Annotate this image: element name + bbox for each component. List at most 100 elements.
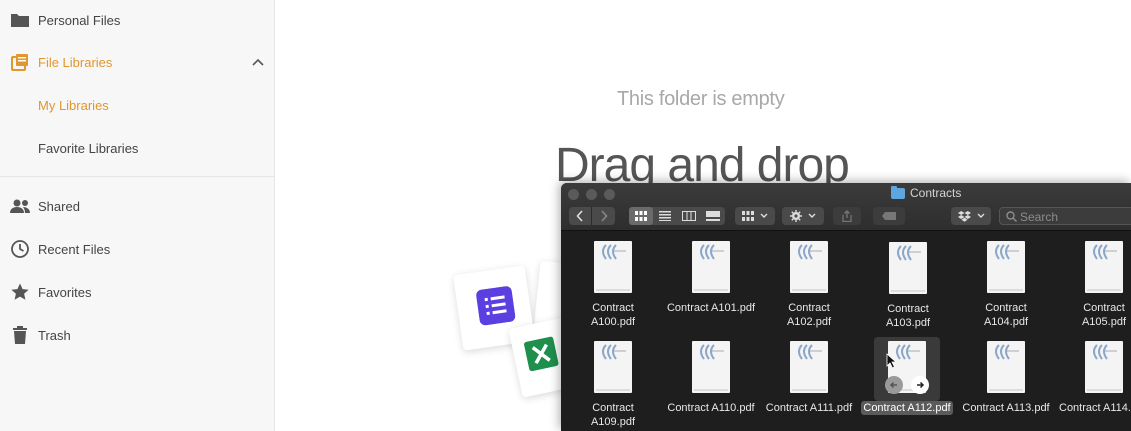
column-view-button[interactable] <box>677 207 701 225</box>
list-view-button[interactable] <box>653 207 677 225</box>
star-icon <box>9 281 31 303</box>
pdf-document-icon <box>594 341 632 393</box>
mouse-cursor-icon <box>886 353 898 369</box>
pdf-document-icon <box>692 341 730 393</box>
forms-icon <box>476 286 516 326</box>
search-icon <box>1006 211 1017 222</box>
chevron-up-icon[interactable] <box>250 55 266 71</box>
icon-view-button[interactable] <box>629 207 653 225</box>
arrow-right-icon <box>917 381 925 389</box>
file-name: Contract A105.pdf <box>1081 302 1127 328</box>
library-icon <box>9 51 31 73</box>
pdf-document-icon <box>790 241 828 293</box>
columns-icon <box>682 211 696 221</box>
sidebar-item-file-libraries[interactable]: File Libraries <box>0 42 274 82</box>
tags-button[interactable] <box>873 207 905 225</box>
sidebar: Personal Files File Libraries My Librari… <box>0 0 275 431</box>
file-item-selected[interactable]: Contract A112.pdf <box>858 337 956 415</box>
sidebar-item-label: File Libraries <box>38 54 113 70</box>
file-item[interactable]: Contract A109.pdf <box>564 341 662 429</box>
dropbox-button[interactable] <box>951 207 991 225</box>
file-name: Contract A109.pdf <box>590 402 636 428</box>
arrow-left-icon <box>889 381 897 389</box>
sidebar-item-label: My Libraries <box>38 97 109 113</box>
empty-folder-message: This folder is empty <box>617 88 785 110</box>
sidebar-item-label: Shared <box>38 198 80 214</box>
excel-icon <box>524 336 559 372</box>
chevron-right-icon <box>600 210 608 222</box>
chevron-down-icon <box>808 213 816 218</box>
list-icon <box>659 211 671 221</box>
sidebar-divider <box>0 176 274 177</box>
sidebar-item-label: Trash <box>38 327 71 343</box>
folder-icon <box>9 9 31 31</box>
finder-title-text: Contracts <box>910 186 962 200</box>
grid-icon <box>635 211 647 221</box>
finder-titlebar[interactable]: Contracts Search <box>561 183 1131 231</box>
sidebar-item-my-libraries[interactable]: My Libraries <box>0 85 274 125</box>
pdf-document-icon <box>1085 241 1123 293</box>
forward-button[interactable] <box>592 207 615 225</box>
file-item[interactable]: Contract A111.pdf <box>760 341 858 415</box>
file-name: Contract A102.pdf <box>786 302 832 328</box>
sidebar-item-shared[interactable]: Shared <box>0 186 274 226</box>
sidebar-item-personal-files[interactable]: Personal Files <box>0 0 274 40</box>
preview-back-button[interactable] <box>885 376 903 394</box>
file-name: Contract A101.pdf <box>666 302 756 314</box>
pdf-document-icon <box>889 242 927 294</box>
clock-icon <box>9 238 31 260</box>
file-item[interactable]: Contract A105.pdf <box>1055 241 1131 329</box>
file-name: Contract A100.pdf <box>590 302 636 328</box>
file-name: Contract A114. <box>1059 402 1131 414</box>
sidebar-item-label: Favorites <box>38 284 92 300</box>
file-item[interactable]: Contract A110.pdf <box>662 341 760 415</box>
trash-icon <box>9 324 31 346</box>
sidebar-item-label: Personal Files <box>38 12 121 28</box>
pdf-document-icon <box>987 341 1025 393</box>
pdf-document-icon <box>594 241 632 293</box>
sidebar-item-recent-files[interactable]: Recent Files <box>0 229 274 269</box>
pdf-document-icon <box>987 241 1025 293</box>
gallery-view-button[interactable] <box>701 207 725 225</box>
file-item[interactable]: Contract A104.pdf <box>957 241 1055 329</box>
group-by-button[interactable] <box>735 207 775 225</box>
view-mode-group <box>629 207 725 225</box>
back-button[interactable] <box>569 207 592 225</box>
file-item[interactable]: Contract A103.pdf <box>859 242 957 330</box>
file-name: Contract A113.pdf <box>962 402 1050 414</box>
nav-buttons <box>569 207 615 225</box>
file-name: Contract A104.pdf <box>983 302 1029 328</box>
share-button[interactable] <box>833 207 861 225</box>
action-button[interactable] <box>782 207 824 225</box>
chevron-down-icon <box>977 213 984 218</box>
sidebar-item-label: Recent Files <box>38 241 111 257</box>
search-placeholder: Search <box>1020 210 1059 224</box>
file-item[interactable]: Contract A102.pdf <box>760 241 858 329</box>
gear-icon <box>790 210 802 222</box>
tag-icon <box>882 212 896 220</box>
close-window-button[interactable] <box>568 189 579 200</box>
file-name: Contract A111.pdf <box>765 402 853 414</box>
folder-icon <box>891 185 905 199</box>
grid-icon <box>742 211 754 221</box>
minimize-window-button[interactable] <box>586 189 597 200</box>
sidebar-item-label: Favorite Libraries <box>38 140 139 156</box>
file-item[interactable]: Contract A113.pdf <box>957 341 1055 415</box>
sidebar-item-trash[interactable]: Trash <box>0 315 274 355</box>
finder-title: Contracts <box>891 185 962 200</box>
sidebar-item-favorite-libraries[interactable]: Favorite Libraries <box>0 128 274 168</box>
chevron-down-icon <box>760 213 768 218</box>
file-item[interactable]: Contract A101.pdf <box>662 241 760 315</box>
sidebar-item-favorites[interactable]: Favorites <box>0 272 274 312</box>
finder-window[interactable]: Contracts Search Contract A100.pdf Contr… <box>561 183 1131 431</box>
share-icon <box>842 210 852 222</box>
chevron-left-icon <box>576 210 583 222</box>
search-input[interactable]: Search <box>999 207 1131 225</box>
file-name: Contract A103.pdf <box>885 303 931 329</box>
file-item[interactable]: Contract A114. <box>1055 341 1131 415</box>
gallery-icon <box>706 211 720 221</box>
zoom-window-button[interactable] <box>604 189 615 200</box>
file-item[interactable]: Contract A100.pdf <box>564 241 662 329</box>
file-name: Contract A112.pdf <box>861 401 953 415</box>
preview-forward-button[interactable] <box>911 376 929 394</box>
